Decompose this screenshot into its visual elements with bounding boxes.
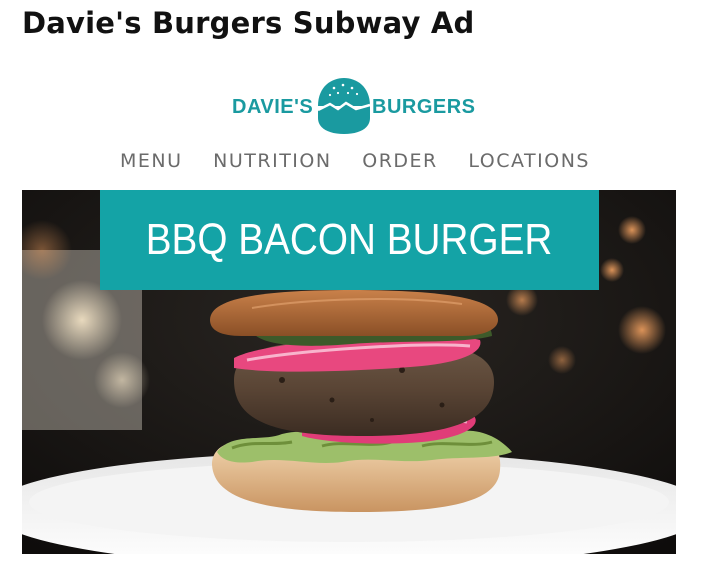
hero-banner-text: BBQ BACON BURGER [146,215,553,264]
nav-item-nutrition[interactable]: NUTRITION [213,150,331,172]
page: Davie's Burgers Subway Ad DAVIE'S BURGER… [0,0,709,564]
hero-image: BBQ BACON BURGER [22,190,676,554]
logo-word-left: DAVIE'S [232,96,314,118]
brand-logo[interactable]: DAVIE'S BURGERS [230,74,475,136]
burger-logo-icon [317,78,371,134]
hero-banner: BBQ BACON BURGER [100,190,599,290]
nav-item-menu[interactable]: MENU [120,150,183,172]
nav-item-order[interactable]: ORDER [362,150,438,172]
main-nav: MENU NUTRITION ORDER LOCATIONS [120,150,590,172]
nav-item-locations[interactable]: LOCATIONS [468,150,590,172]
logo-word-right: BURGERS [372,96,476,118]
page-title: Davie's Burgers Subway Ad [22,6,475,40]
